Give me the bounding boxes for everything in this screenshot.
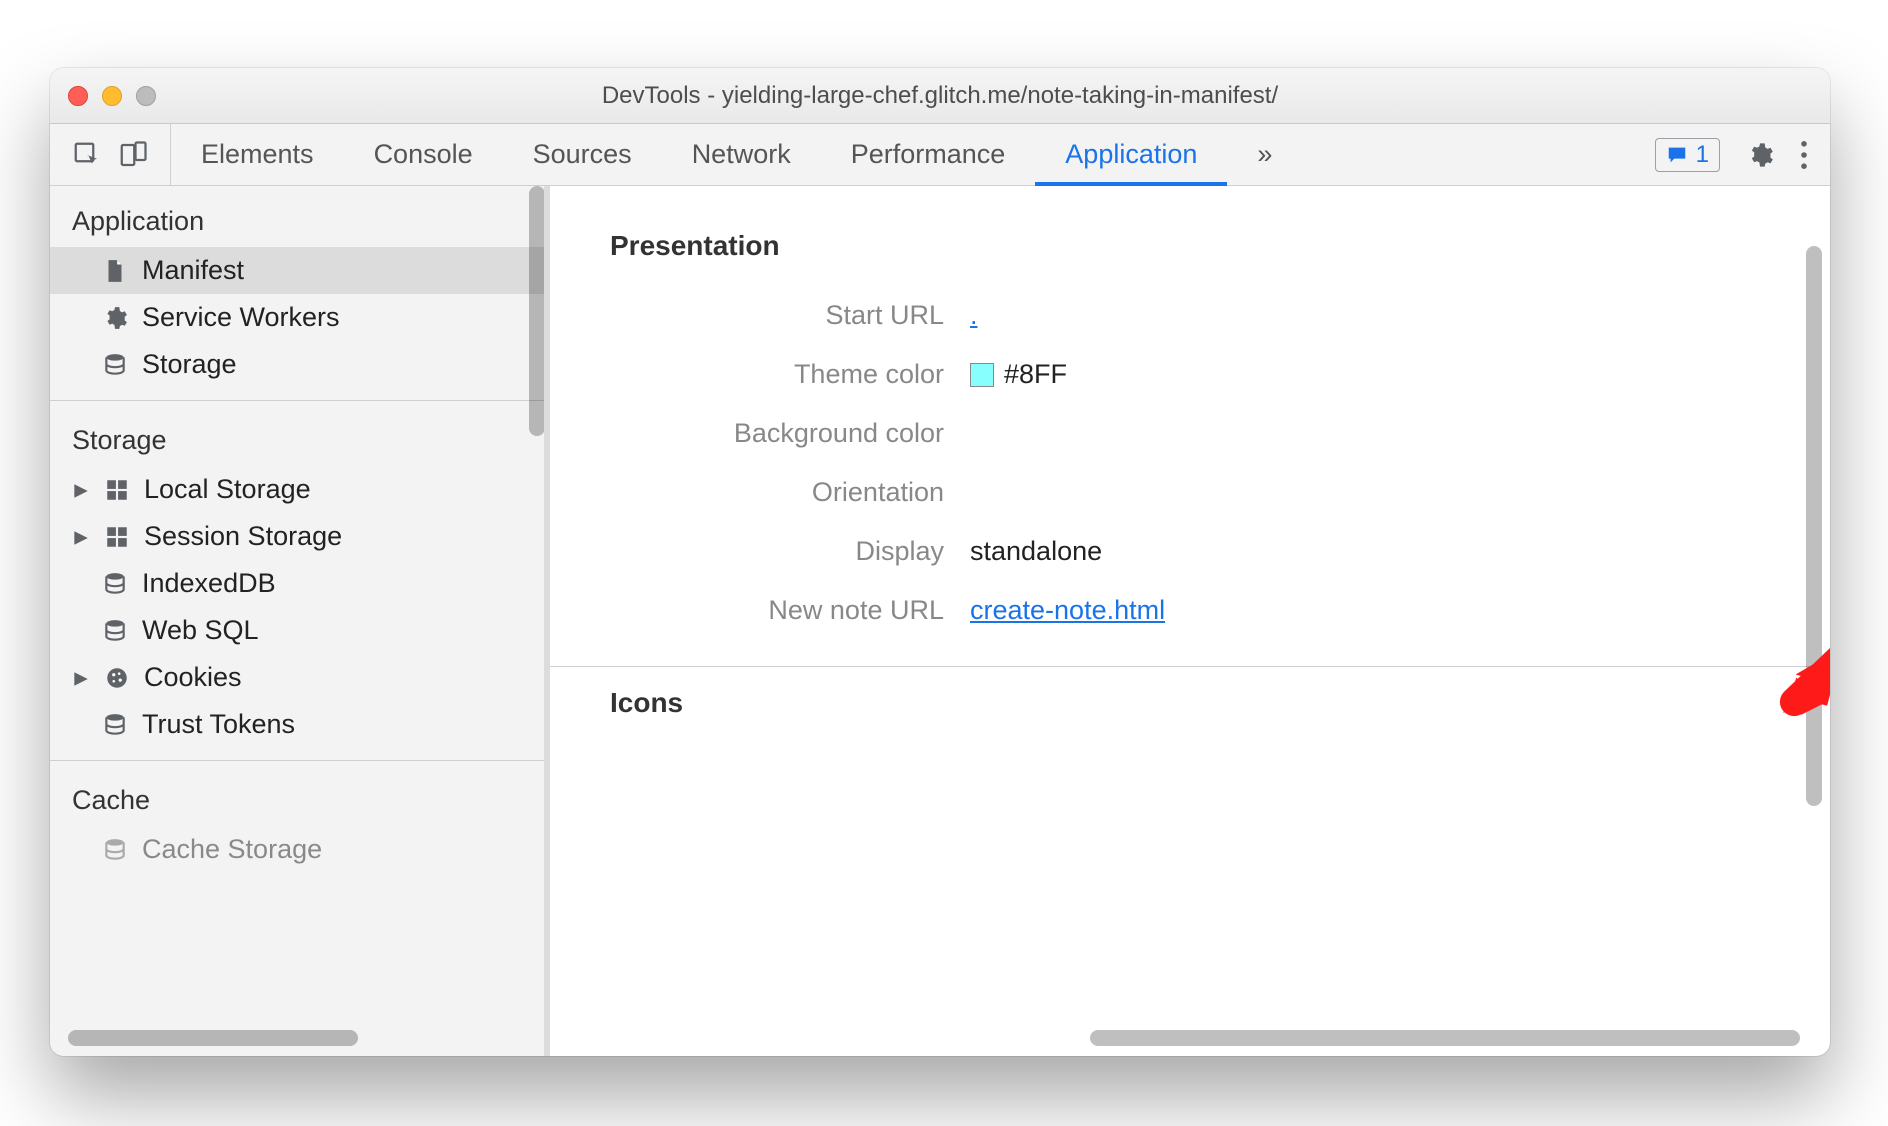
database-icon — [102, 837, 128, 863]
sidebar-item-websql[interactable]: Web SQL — [50, 607, 544, 654]
sidebar-section-application: Application — [50, 186, 544, 247]
inspect-element-icon[interactable] — [72, 140, 102, 170]
theme-color-value: #8FF — [1004, 359, 1067, 390]
tab-performance[interactable]: Performance — [821, 124, 1036, 185]
sidebar-item-manifest[interactable]: Manifest — [50, 247, 544, 294]
label-display: Display — [550, 536, 970, 567]
issues-badge[interactable]: 1 — [1655, 138, 1720, 172]
sidebar-item-trust-tokens[interactable]: Trust Tokens — [50, 701, 544, 748]
start-url-link[interactable]: . — [970, 300, 978, 331]
manifest-panel: Presentation Start URL . Theme color #8F… — [550, 186, 1830, 1056]
sidebar-item-service-workers[interactable]: Service Workers — [50, 294, 544, 341]
gear-icon — [102, 305, 128, 331]
display-value: standalone — [970, 536, 1102, 567]
window-controls — [68, 86, 156, 106]
label-theme-color: Theme color — [550, 359, 970, 390]
sidebar-item-label: Cookies — [144, 662, 242, 693]
more-menu-icon[interactable] — [1800, 141, 1808, 169]
database-icon — [102, 712, 128, 738]
devtools-body: Application Manifest Service Workers Sto… — [50, 186, 1830, 1056]
toggle-device-toolbar-icon[interactable] — [118, 140, 148, 170]
label-start-url: Start URL — [550, 300, 970, 331]
new-note-url-link[interactable]: create-note.html — [970, 595, 1165, 626]
file-icon — [102, 258, 128, 284]
tabs-overflow-button[interactable]: » — [1227, 124, 1302, 185]
grid-icon — [104, 477, 130, 503]
icons-heading: Icons — [550, 667, 1814, 743]
application-sidebar: Application Manifest Service Workers Sto… — [50, 186, 550, 1056]
sidebar-section-cache: Cache — [50, 765, 544, 826]
grid-icon — [104, 524, 130, 550]
tab-application[interactable]: Application — [1035, 124, 1227, 185]
content-scrollbar[interactable] — [1806, 246, 1822, 806]
sidebar-item-label: Manifest — [142, 255, 244, 286]
issues-count: 1 — [1696, 141, 1709, 169]
expand-arrow-icon[interactable]: ▸ — [72, 474, 90, 505]
tab-elements[interactable]: Elements — [171, 124, 344, 185]
tab-sources[interactable]: Sources — [503, 124, 662, 185]
sidebar-item-label: Cache Storage — [142, 834, 322, 865]
sidebar-h-scrollbar[interactable] — [68, 1030, 358, 1046]
sidebar-item-cache-storage[interactable]: Cache Storage — [50, 826, 544, 873]
label-background-color: Background color — [550, 418, 970, 449]
sidebar-item-label: Trust Tokens — [142, 709, 295, 740]
zoom-window-button[interactable] — [136, 86, 156, 106]
database-icon — [102, 618, 128, 644]
label-orientation: Orientation — [550, 477, 970, 508]
content-h-scrollbar[interactable] — [1090, 1030, 1800, 1046]
sidebar-item-label: Service Workers — [142, 302, 340, 333]
row-new-note-url: New note URL create-note.html — [550, 581, 1814, 640]
theme-color-swatch — [970, 363, 994, 387]
cookie-icon — [104, 665, 130, 691]
expand-arrow-icon[interactable]: ▸ — [72, 521, 90, 552]
close-window-button[interactable] — [68, 86, 88, 106]
sidebar-item-label: Local Storage — [144, 474, 311, 505]
tab-network[interactable]: Network — [662, 124, 821, 185]
sidebar-item-indexeddb[interactable]: IndexedDB — [50, 560, 544, 607]
sidebar-item-cookies[interactable]: ▸ Cookies — [50, 654, 544, 701]
sidebar-item-session-storage[interactable]: ▸ Session Storage — [50, 513, 544, 560]
sidebar-item-label: Session Storage — [144, 521, 342, 552]
sidebar-scrollbar[interactable] — [529, 186, 545, 436]
row-background-color: Background color — [550, 404, 1814, 463]
sidebar-item-label: IndexedDB — [142, 568, 276, 599]
presentation-heading: Presentation — [550, 210, 1814, 286]
label-new-note-url: New note URL — [550, 595, 970, 626]
row-orientation: Orientation — [550, 463, 1814, 522]
sidebar-item-storage[interactable]: Storage — [50, 341, 544, 388]
expand-arrow-icon[interactable]: ▸ — [72, 662, 90, 693]
tab-console[interactable]: Console — [344, 124, 503, 185]
window-title: DevTools - yielding-large-chef.glitch.me… — [50, 82, 1830, 110]
sidebar-item-local-storage[interactable]: ▸ Local Storage — [50, 466, 544, 513]
row-start-url: Start URL . — [550, 286, 1814, 345]
devtools-window: DevTools - yielding-large-chef.glitch.me… — [50, 68, 1830, 1056]
row-display: Display standalone — [550, 522, 1814, 581]
titlebar: DevTools - yielding-large-chef.glitch.me… — [50, 68, 1830, 124]
devtools-toolbar: Elements Console Sources Network Perform… — [50, 124, 1830, 186]
minimize-window-button[interactable] — [102, 86, 122, 106]
sidebar-item-label: Web SQL — [142, 615, 259, 646]
database-icon — [102, 571, 128, 597]
sidebar-section-storage: Storage — [50, 405, 544, 466]
settings-icon[interactable] — [1746, 141, 1774, 169]
sidebar-item-label: Storage — [142, 349, 237, 380]
database-icon — [102, 352, 128, 378]
panel-tabs: Elements Console Sources Network Perform… — [171, 124, 1633, 185]
row-theme-color: Theme color #8FF — [550, 345, 1814, 404]
